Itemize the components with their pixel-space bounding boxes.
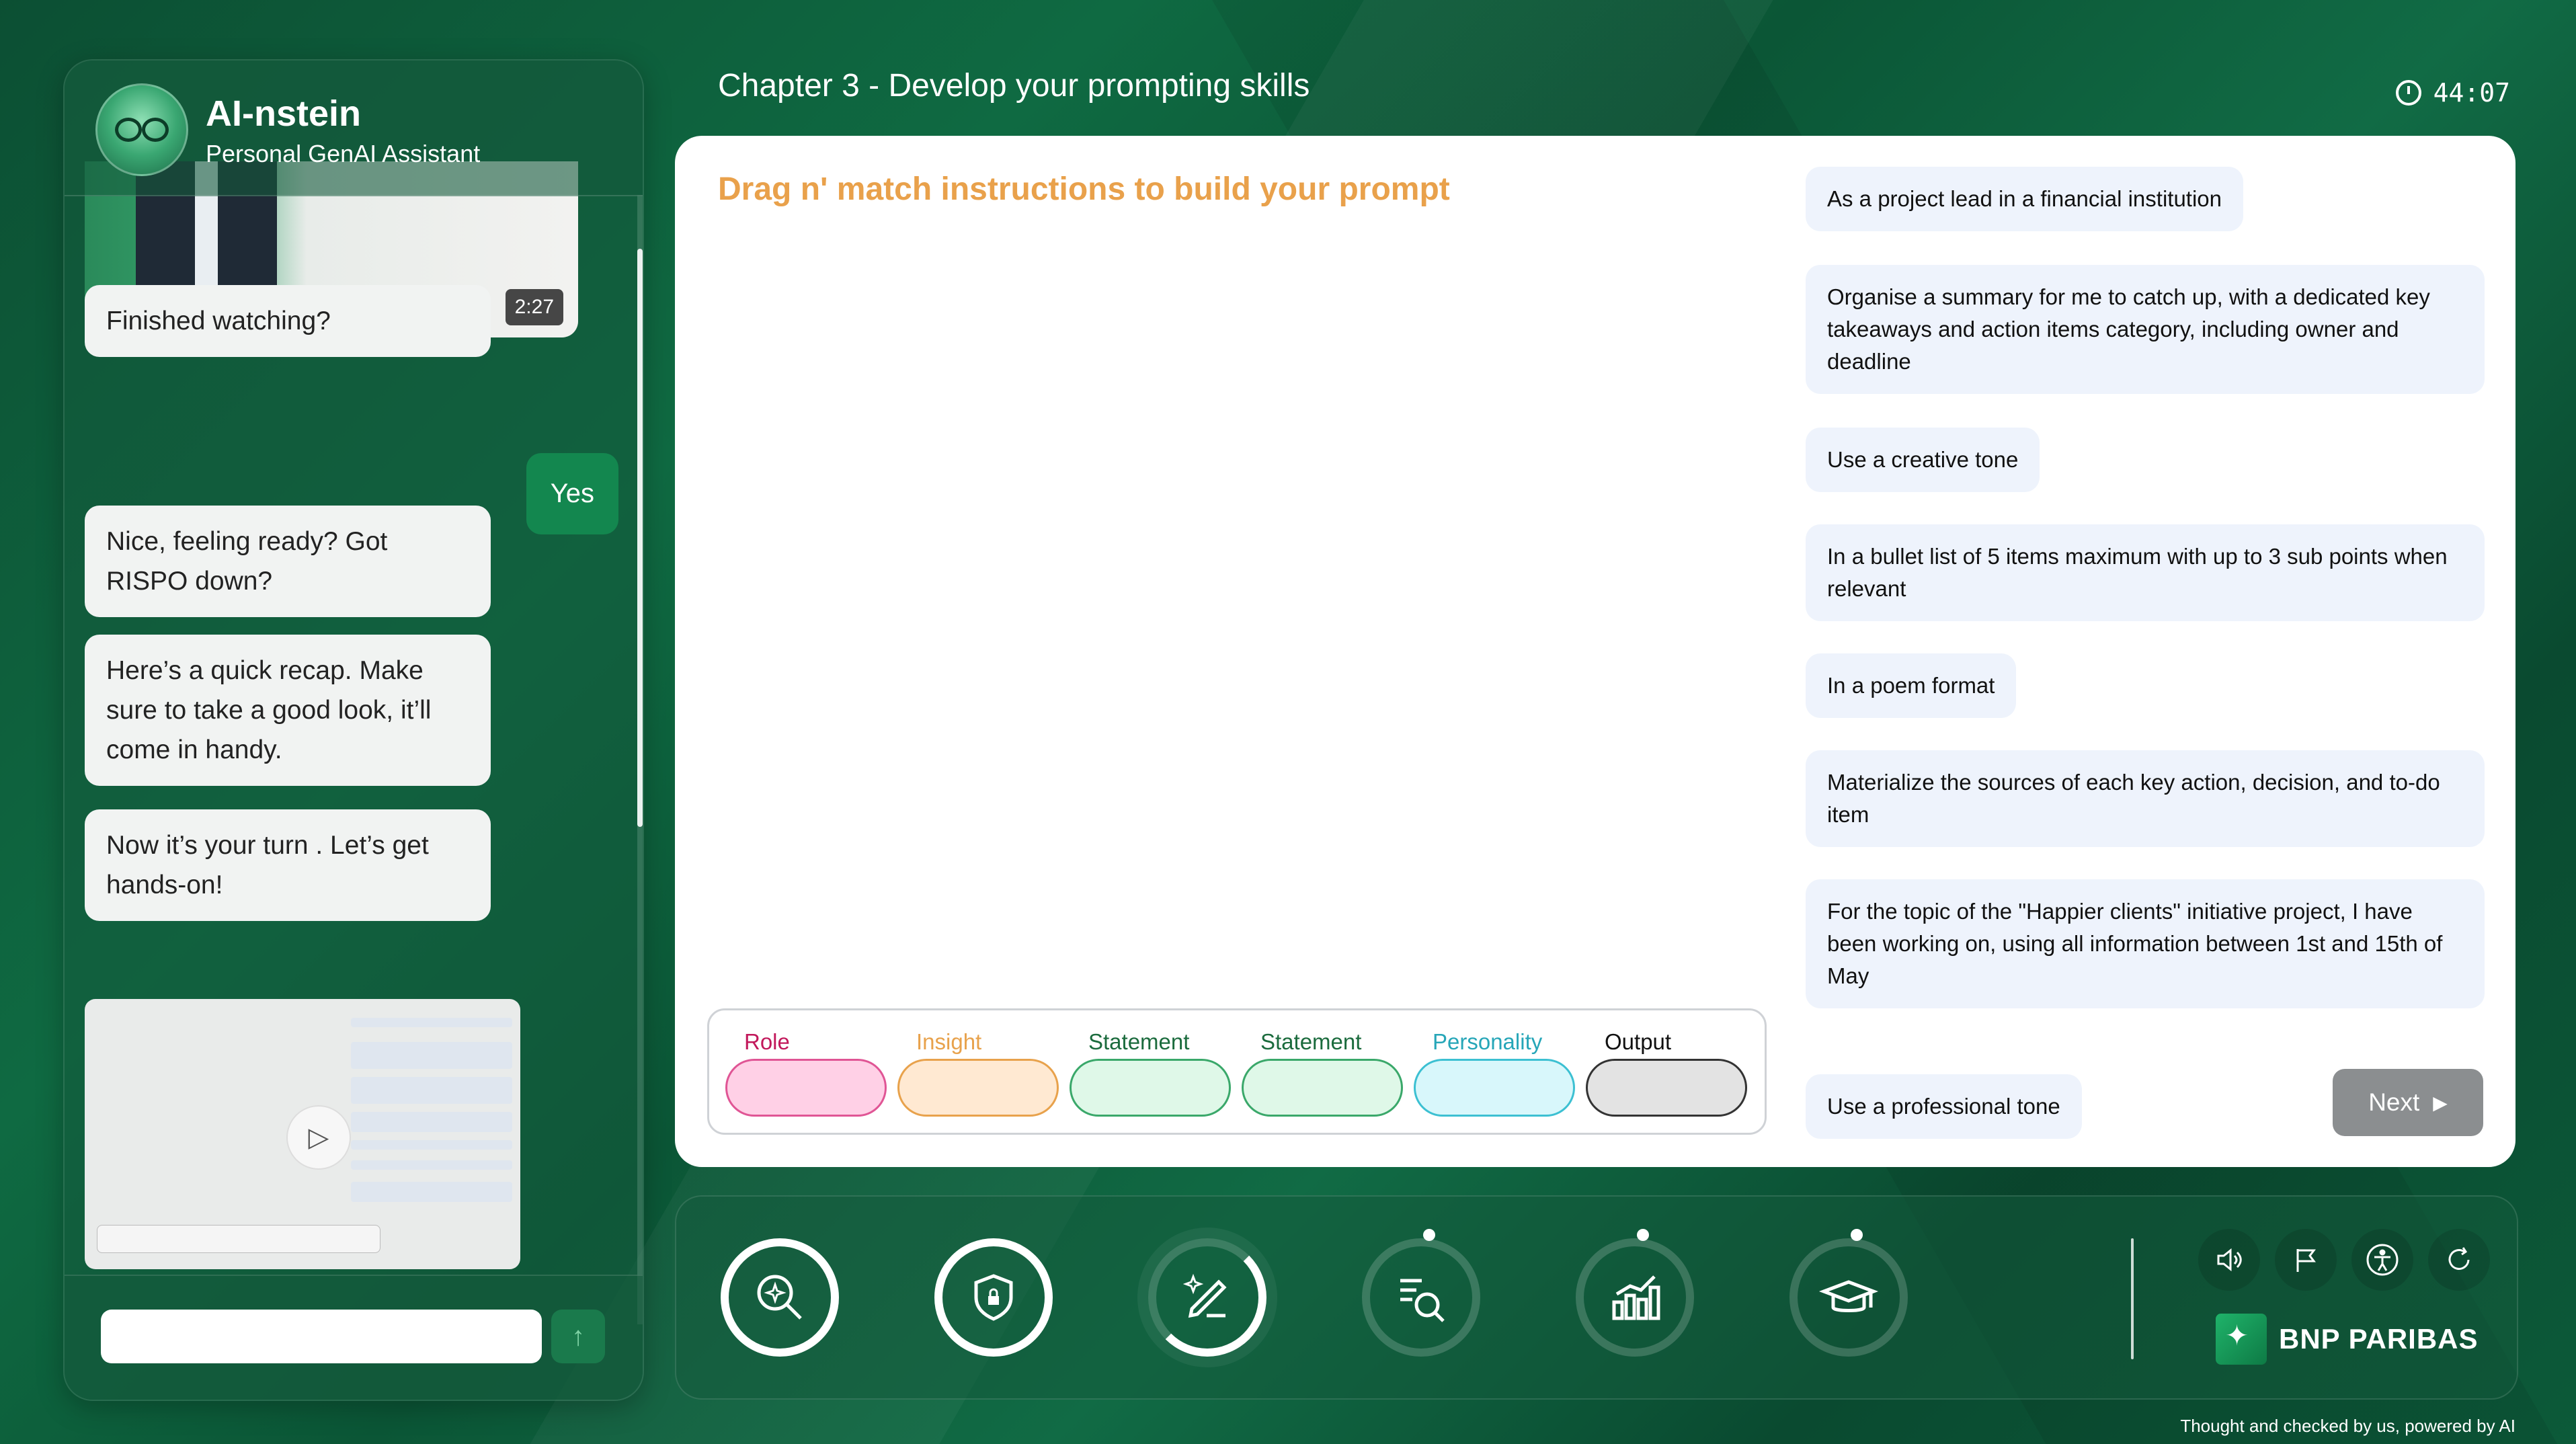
tool-module-1[interactable] (721, 1238, 839, 1357)
slot-statement-2[interactable]: Statement (1242, 1029, 1403, 1117)
bot-message: Finished watching? (85, 285, 491, 357)
assistant-avatar (95, 83, 188, 176)
chat-scrollbar[interactable] (637, 195, 643, 1324)
recap-video-thumbnail[interactable]: ▷ (85, 999, 520, 1269)
toolbar-divider (2131, 1238, 2134, 1359)
chart-bars-icon (1584, 1246, 1686, 1349)
draggable-option[interactable]: For the topic of the "Happier clients" i… (1806, 879, 2485, 1008)
drop-target[interactable] (1414, 1059, 1575, 1117)
timer-value: 44:07 (2433, 78, 2510, 108)
draggable-option[interactable]: Use a creative tone (1806, 428, 2040, 492)
tool-module-5[interactable] (1576, 1229, 1694, 1357)
shield-lock-icon (942, 1246, 1045, 1349)
slot-statement-1[interactable]: Statement (1070, 1029, 1231, 1117)
bot-message: Here’s a quick recap. Make sure to take … (85, 635, 491, 786)
locked-dot (1423, 1229, 1435, 1241)
draggable-option[interactable]: In a bullet list of 5 items maximum with… (1806, 524, 2485, 621)
graduation-cap-icon (1798, 1246, 1900, 1349)
assistant-chat-panel: 2:27 AI-nstein Personal GenAI Assistant … (63, 59, 644, 1401)
tool-module-2[interactable] (934, 1238, 1053, 1357)
drop-target[interactable] (897, 1059, 1059, 1117)
search-sparkle-icon (729, 1246, 831, 1349)
next-label: Next (2368, 1088, 2420, 1116)
chapter-title: Chapter 3 - Develop your prompting skill… (718, 68, 1310, 104)
chat-footer: ↑ (65, 1275, 643, 1400)
task-title: Drag n' match instructions to build your… (718, 171, 1450, 207)
next-button[interactable]: Next ▶ (2333, 1069, 2483, 1136)
list-search-icon (1370, 1246, 1472, 1349)
play-arrow-icon: ▶ (2433, 1092, 2448, 1113)
module-toolbar: BNP PARIBAS (675, 1195, 2518, 1400)
draggable-option[interactable]: Organise a summary for me to catch up, w… (1806, 265, 2485, 394)
brand-name: BNP PARIBAS (2279, 1323, 2479, 1355)
drop-target[interactable] (1586, 1059, 1747, 1117)
clock-icon (2395, 80, 2421, 106)
bnp-logo-icon (2216, 1314, 2267, 1365)
drop-target[interactable] (1070, 1059, 1231, 1117)
draggable-option[interactable]: As a project lead in a financial institu… (1806, 167, 2244, 231)
locked-dot (1637, 1229, 1649, 1241)
exercise-card: Drag n' match instructions to build your… (675, 136, 2515, 1167)
slot-role[interactable]: Role (725, 1029, 887, 1117)
drop-target[interactable] (1242, 1059, 1403, 1117)
arrow-up-icon[interactable]: ↑ (551, 1310, 605, 1363)
chat-header: AI-nstein Personal GenAI Assistant (65, 61, 643, 196)
bot-message: Nice, feeling ready? Got RISPO down? (85, 506, 491, 617)
sound-icon[interactable] (2198, 1229, 2260, 1291)
slot-output[interactable]: Output (1586, 1029, 1747, 1117)
tool-module-6[interactable] (1789, 1229, 1908, 1357)
slot-personality[interactable]: Personality (1414, 1029, 1575, 1117)
prompt-drop-zone: Role Insight Statement Statement Persona… (707, 1008, 1767, 1135)
draggable-option[interactable]: Use a professional tone (1806, 1074, 2082, 1139)
user-message: Yes (526, 453, 618, 534)
bot-message: Now it’s your turn . Let’s get hands-on! (85, 809, 491, 921)
brand-logo: BNP PARIBAS (2216, 1314, 2479, 1365)
play-icon[interactable]: ▷ (286, 1105, 351, 1170)
slot-insight[interactable]: Insight (897, 1029, 1059, 1117)
video-duration: 2:27 (505, 289, 563, 325)
tool-module-3[interactable] (1148, 1238, 1266, 1357)
pen-sparkle-icon (1156, 1246, 1258, 1349)
assistant-subtitle: Personal GenAI Assistant (206, 140, 481, 167)
flag-icon[interactable] (2275, 1229, 2337, 1291)
footer-note: Thought and checked by us, powered by AI (2180, 1416, 2515, 1436)
draggable-option[interactable]: Materialize the sources of each key acti… (1806, 750, 2485, 847)
draggable-option[interactable]: In a poem format (1806, 653, 2017, 718)
assistant-name: AI-nstein (206, 93, 362, 134)
chat-input[interactable] (101, 1310, 542, 1363)
accessibility-icon[interactable] (2351, 1229, 2413, 1291)
refresh-icon[interactable] (2428, 1229, 2490, 1291)
drop-target[interactable] (725, 1059, 887, 1117)
locked-dot (1851, 1229, 1863, 1241)
tool-module-4[interactable] (1362, 1229, 1480, 1357)
countdown-timer: 44:07 (2395, 78, 2510, 108)
